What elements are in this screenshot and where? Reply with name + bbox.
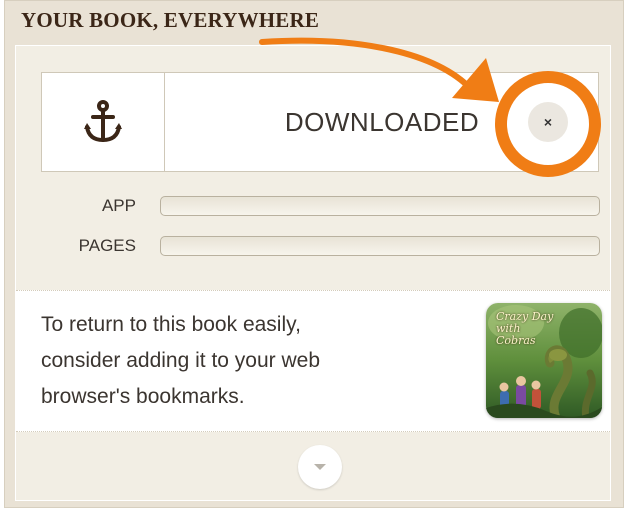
progress-bar-pages	[160, 236, 600, 256]
progress-row-pages: PAGES	[0, 234, 628, 258]
anchor-icon	[84, 100, 122, 143]
progress-label: APP	[101, 196, 136, 215]
tip-line: consider adding it to your web	[41, 349, 320, 372]
progress-label: PAGES	[78, 236, 136, 255]
panel-title: YOUR BOOK, EVERYWHERE	[21, 8, 320, 32]
progress-bar-app	[160, 196, 600, 216]
book-cover-thumbnail: Crazy Day with Cobras	[486, 303, 602, 418]
download-status-box: DOWNLOADED ×	[41, 72, 599, 172]
book-cover-title: Crazy Day with Cobras	[496, 310, 554, 347]
progress-row-app: APP	[0, 194, 628, 218]
bookmark-tip-text: To return to this book easily, consider …	[41, 307, 441, 415]
close-icon: ×	[543, 114, 553, 130]
tip-line: To return to this book easily,	[41, 313, 301, 336]
close-button[interactable]: ×	[528, 102, 568, 142]
tip-line: browser's bookmarks.	[41, 385, 245, 408]
bookmark-tip: To return to this book easily, consider …	[16, 290, 610, 432]
anchor-icon-cell	[42, 73, 165, 171]
expand-button[interactable]	[298, 445, 342, 489]
chevron-down-icon	[314, 464, 326, 470]
